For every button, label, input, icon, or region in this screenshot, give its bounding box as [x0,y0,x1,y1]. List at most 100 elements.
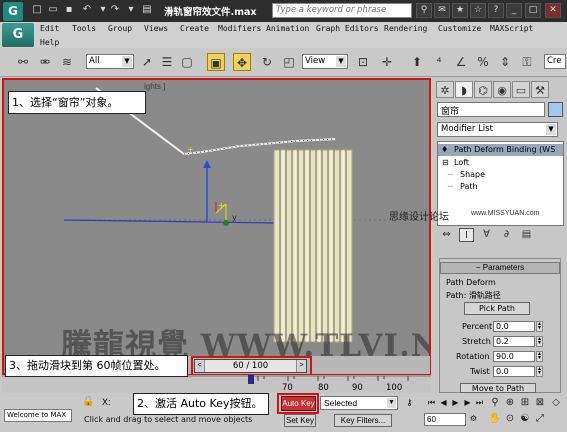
collapse-icon[interactable]: ⊟ [442,158,449,167]
undo-icon[interactable]: ↶ [80,4,94,16]
display-tab-icon[interactable]: ▭ [512,81,530,98]
spinner-snap-icon[interactable]: ⇕ [496,53,514,71]
pin-stack-icon[interactable]: ⇔ [439,228,454,242]
parameters-rollout-header[interactable]: − Parameters [440,262,560,274]
menu-help[interactable]: Help [40,38,59,47]
modifier-list-dropdown[interactable]: Modifier List ▼ [437,122,558,137]
key-icon[interactable]: ⚷ [404,397,415,409]
edit-named-selection-icon[interactable]: ⚿ [518,53,536,71]
lock-selection-icon[interactable]: 🔒 [82,397,94,407]
perspective-viewport[interactable]: ights ] y + + 1、选择“窗帘”对象。 騰龍視覺 WWW.TLVI. [2,78,431,375]
go-to-start-icon[interactable]: ⏮ [426,397,437,409]
application-button-icon[interactable]: G [2,23,34,47]
menu-edit[interactable]: Edit [40,24,59,33]
menu-group[interactable]: Group [108,24,132,33]
stack-item-loft[interactable]: Loft [454,158,469,167]
select-and-scale-icon[interactable]: ◰ [280,53,298,71]
menu-rendering[interactable]: Rendering [384,24,427,33]
next-frame-icon[interactable]: ▶ [462,397,473,409]
menu-modifiers[interactable]: Modifiers [218,24,261,33]
snaps-toggle-icon[interactable]: ⁴ [430,53,448,71]
percent-snap-icon[interactable]: % [474,53,492,71]
window-crossing-toggle-icon[interactable]: ▣ [207,53,225,71]
key-filters-button[interactable]: Key Filters... [334,414,392,427]
zoom-extents-icon[interactable]: ⊞ [518,396,532,410]
redo-dropdown-icon[interactable]: ▾ [124,4,138,16]
create-tab-icon[interactable]: ✲ [436,81,454,98]
object-name-field[interactable]: 窗帘 [437,102,545,117]
previous-frame-icon[interactable]: ◀ [438,397,449,409]
key-mode-dropdown[interactable]: Selected ▼ [320,396,398,410]
selection-filter-dropdown[interactable]: All ▼ [86,54,134,69]
menu-views[interactable]: Views [144,24,168,33]
stack-item-path[interactable]: Path [460,182,478,191]
named-selection-sets-dropdown[interactable]: Cre [544,54,566,69]
menu-animation[interactable]: Animation [266,24,309,33]
rotation-spinner-arrows[interactable]: ▲ ▼ [536,351,543,362]
open-file-icon[interactable]: ▭ [46,4,60,16]
unlink-selection-icon[interactable]: ⚮ [36,53,54,71]
project-folder-icon[interactable]: ▤ [140,4,154,16]
object-color-swatch[interactable] [548,102,563,117]
percent-field[interactable]: 0.0 [493,321,535,332]
twist-spinner-arrows[interactable]: ▲ ▼ [536,366,543,377]
menu-customize[interactable]: Customize [438,24,481,33]
menu-graph-editors[interactable]: Graph Editors [316,24,379,33]
motion-tab-icon[interactable]: ◉ [493,81,511,98]
favorites-icon[interactable]: ☆ [470,3,486,18]
zoom-icon[interactable]: ⚲ [488,396,502,410]
redo-icon[interactable]: ↷ [108,4,122,16]
pan-view-icon[interactable]: ✋ [488,412,502,426]
orbit-icon[interactable]: ☯ [518,412,532,426]
hierarchy-tab-icon[interactable]: ⌬ [474,81,492,98]
maxscript-listener-field[interactable]: Welcome to MAX [4,409,72,422]
set-key-button[interactable]: Set Key [284,414,316,427]
utilities-tab-icon[interactable]: ⚒ [531,81,549,98]
twist-field[interactable]: 0.0 [493,366,535,377]
zoom-extents-all-icon[interactable]: ⊠ [533,396,547,410]
maximize-viewport-icon[interactable]: ⤢ [533,412,547,426]
move-to-path-button[interactable]: Move to Path [460,383,536,393]
stack-item-path-deform[interactable]: Path Deform Binding (WS [454,145,555,154]
make-unique-icon[interactable]: ∀ [479,228,494,242]
show-end-result-icon[interactable]: I [459,228,474,242]
stretch-field[interactable]: 0.2 [493,336,535,347]
menu-maxscript[interactable]: MAXScript [490,24,533,33]
pivot-center-icon[interactable]: ⊡ [354,53,372,71]
select-by-name-icon[interactable]: ☰ [158,53,176,71]
reference-coordinate-dropdown[interactable]: View ▼ [302,54,348,69]
maximize-icon[interactable]: □ [525,3,541,18]
window-crossing-icon[interactable] [190,53,208,71]
new-file-icon[interactable]: □ [30,4,44,16]
close-icon[interactable]: ✕ [545,3,561,18]
binoculars-icon[interactable]: ⚲ [416,3,432,18]
angle-snap-icon[interactable]: ∠ [452,53,470,71]
menu-tools[interactable]: Tools [72,24,96,33]
remove-modifier-icon[interactable]: ∂ [499,228,514,242]
select-and-link-icon[interactable]: ⚯ [14,53,32,71]
subscription-icon[interactable]: ✉ [434,3,450,18]
keyboard-shortcut-override-icon[interactable]: ⬆ [408,53,426,71]
stack-item-shape[interactable]: Shape [460,170,485,179]
stretch-spinner-arrows[interactable]: ▲ ▼ [536,336,543,347]
select-object-icon[interactable]: ➚ [138,53,156,71]
save-file-icon[interactable]: ▪ [62,4,76,16]
menu-create[interactable]: Create [180,24,209,33]
play-icon[interactable]: ▶ [450,397,461,409]
walk-through-icon[interactable]: ⊙ [503,412,517,426]
select-and-rotate-icon[interactable]: ↻ [258,53,276,71]
pick-path-button[interactable]: Pick Path [464,302,530,315]
help-icon[interactable]: ? [488,3,504,18]
app-logo-icon[interactable]: G [3,2,23,21]
bind-to-space-warp-icon[interactable]: ≋ [58,53,76,71]
field-of-view-icon[interactable]: ◇ [549,396,563,410]
configure-modifier-sets-icon[interactable]: ▤ [519,228,534,242]
search-input[interactable]: Type a keyword or phrase [272,3,412,18]
lightbulb-icon[interactable]: ♦ [441,145,448,154]
communication-center-icon[interactable]: ★ [452,3,468,18]
current-frame-field[interactable]: 60 [424,413,466,426]
zoom-all-icon[interactable]: ⊕ [503,396,517,410]
go-to-end-icon[interactable]: ⏭ [474,397,485,409]
rotation-field[interactable]: 90.0 [493,351,535,362]
modify-tab-icon[interactable]: ◗ [455,81,473,98]
